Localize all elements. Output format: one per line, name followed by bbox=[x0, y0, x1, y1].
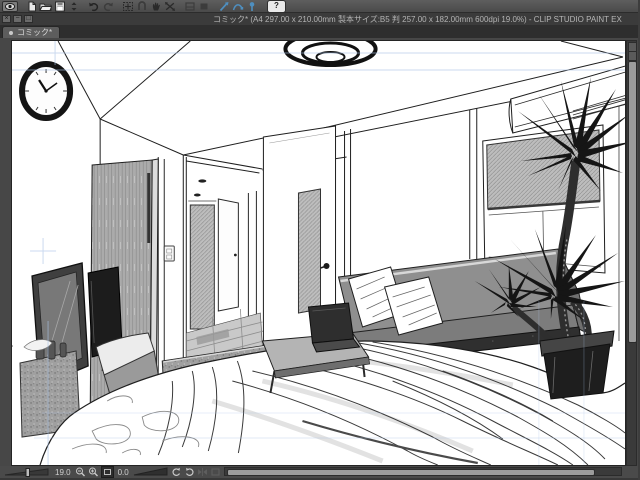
rotate-ccw-icon[interactable] bbox=[171, 467, 182, 477]
zoom-slider[interactable] bbox=[2, 466, 52, 478]
fit-screen-icon[interactable] bbox=[100, 466, 114, 478]
rotation-value: 0.0 bbox=[117, 467, 129, 477]
horizontal-scrollbar[interactable] bbox=[224, 467, 622, 476]
zoom-out-icon[interactable] bbox=[75, 467, 86, 477]
redo-icon[interactable] bbox=[101, 1, 114, 12]
eye-icon[interactable] bbox=[2, 0, 18, 12]
stepper-icon[interactable] bbox=[67, 1, 80, 12]
flip-disabled-icon[interactable] bbox=[197, 467, 208, 477]
canvas-bottom-bar: 19.0 0.0 bbox=[0, 466, 640, 478]
object-tool-icon[interactable] bbox=[217, 1, 230, 12]
maximize-button[interactable]: □ bbox=[24, 15, 33, 23]
canvas-tab-bar: コミック* bbox=[0, 25, 640, 38]
scroll-button-2[interactable] bbox=[628, 51, 637, 61]
snap-icon[interactable] bbox=[135, 0, 148, 12]
disabled-icon-1[interactable] bbox=[183, 1, 196, 12]
save-icon[interactable] bbox=[53, 1, 66, 12]
zoom-in-icon[interactable] bbox=[88, 467, 99, 477]
rotate-cw-icon[interactable] bbox=[184, 467, 195, 477]
open-icon[interactable] bbox=[39, 1, 52, 12]
rotate-canvas-icon[interactable] bbox=[163, 1, 176, 12]
tab-comic[interactable]: コミック* bbox=[2, 26, 60, 38]
document-title: コミック* (A4 297.00 x 210.00mm 製本サイズ:B5 判 2… bbox=[213, 15, 622, 24]
command-bar: ? bbox=[0, 0, 640, 13]
close-button[interactable]: × bbox=[2, 15, 11, 23]
undo-icon[interactable] bbox=[87, 1, 100, 12]
zoom-value: 19.0 bbox=[55, 467, 71, 477]
rotation-slider[interactable] bbox=[132, 466, 170, 478]
minimize-button[interactable]: − bbox=[13, 15, 22, 23]
drawing-canvas[interactable] bbox=[11, 40, 626, 466]
correction-tool-icon[interactable] bbox=[231, 1, 244, 12]
disabled-icon-2[interactable] bbox=[197, 1, 210, 12]
tab-thumbnail-icon bbox=[9, 30, 13, 35]
new-canvas-icon[interactable] bbox=[25, 1, 38, 12]
reset-disabled-icon[interactable] bbox=[210, 467, 221, 477]
navigation-controls: 19.0 0.0 bbox=[2, 466, 222, 478]
help-icon[interactable]: ? bbox=[267, 0, 286, 13]
vertical-scrollbar[interactable] bbox=[626, 40, 637, 466]
canvas-illustration bbox=[12, 41, 625, 465]
pin-tool-icon[interactable] bbox=[245, 1, 258, 12]
illustration-wall-clock bbox=[19, 61, 74, 121]
transform-icon[interactable] bbox=[121, 1, 134, 12]
hand-icon[interactable] bbox=[149, 1, 162, 12]
clip-studio-paint-window: ? × − □ コミック* (A4 297.00 x 210.00mm 製本サイ… bbox=[0, 0, 640, 480]
tab-label: コミック* bbox=[17, 28, 53, 37]
vertical-scroll-thumb[interactable] bbox=[628, 61, 637, 343]
horizontal-scroll-thumb[interactable] bbox=[227, 469, 595, 476]
